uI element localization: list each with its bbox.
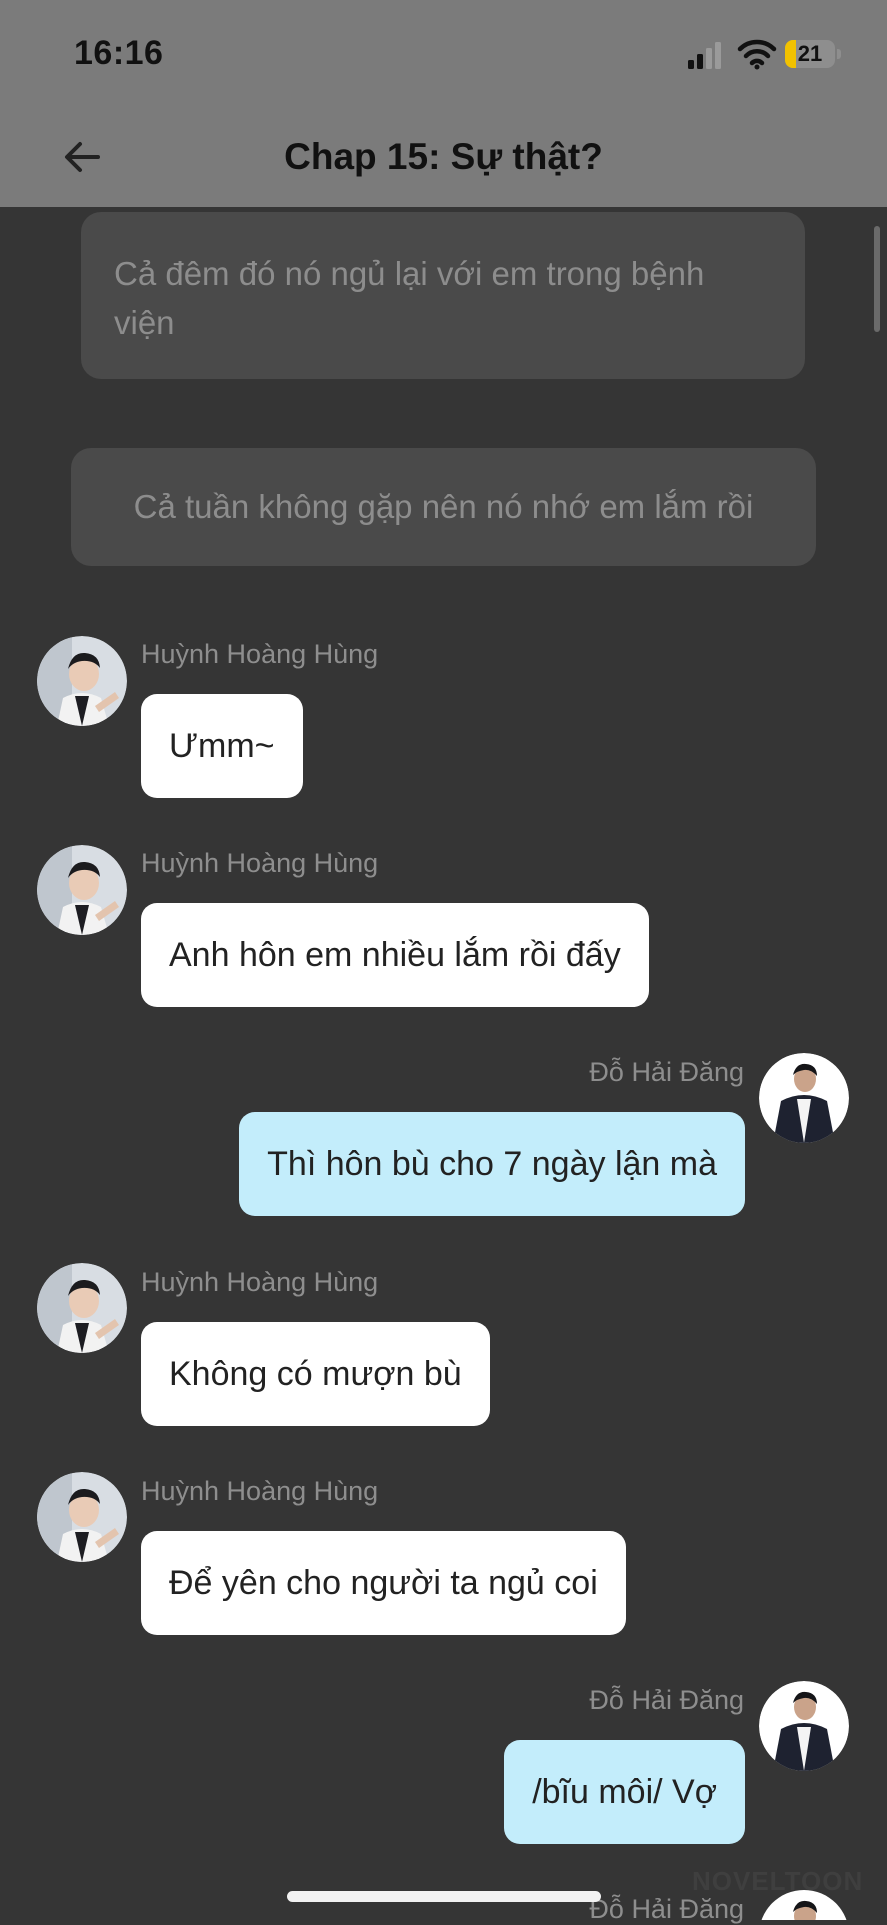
cellular-signal-icon bbox=[688, 42, 721, 69]
watermark-logo: NOVELTOON bbox=[692, 1866, 864, 1896]
page-title: Chap 15: Sự thật? bbox=[284, 136, 603, 177]
sender-name: Huỳnh Hoàng Hùng bbox=[141, 1476, 379, 1506]
scrollbar[interactable] bbox=[874, 226, 880, 332]
avatar-huynh-hoang-hung[interactable] bbox=[37, 636, 127, 726]
message-bubble[interactable]: /bĩu môi/ Vợ bbox=[504, 1740, 745, 1844]
narration-box: Cả tuần không gặp nên nó nhớ em lắm rồi bbox=[71, 448, 816, 566]
sender-name: Huỳnh Hoàng Hùng bbox=[141, 639, 379, 669]
message-bubble[interactable]: Anh hôn em nhiều lắm rồi đấy bbox=[141, 903, 649, 1007]
status-bar: 16:16 21 bbox=[0, 0, 887, 110]
avatar-huynh-hoang-hung[interactable] bbox=[37, 1263, 127, 1353]
wifi-icon bbox=[737, 39, 777, 70]
avatar-huynh-hoang-hung[interactable] bbox=[37, 1472, 127, 1562]
message-bubble[interactable]: Thì hôn bù cho 7 ngày lận mà bbox=[239, 1112, 745, 1216]
sender-name: Đỗ Hải Đăng bbox=[589, 1894, 744, 1924]
narration-box: Cả đêm đó nó ngủ lại với em trong bệnh v… bbox=[81, 212, 805, 379]
avatar-do-hai-dang[interactable] bbox=[759, 1681, 849, 1771]
avatar-do-hai-dang[interactable] bbox=[759, 1053, 849, 1143]
message-bubble[interactable]: Ưmm~ bbox=[141, 694, 303, 798]
status-time: 16:16 bbox=[74, 34, 164, 72]
battery-level: 21 bbox=[797, 41, 823, 66]
battery-icon: 21 bbox=[785, 40, 841, 70]
chapter-header: Chap 15: Sự thật? bbox=[0, 110, 887, 207]
sender-name: Huỳnh Hoàng Hùng bbox=[141, 1267, 379, 1297]
sender-name: Đỗ Hải Đăng bbox=[589, 1057, 744, 1087]
sender-name: Đỗ Hải Đăng bbox=[589, 1685, 744, 1715]
message-bubble[interactable]: Để yên cho người ta ngủ coi bbox=[141, 1531, 626, 1635]
sender-name: Huỳnh Hoàng Hùng bbox=[141, 848, 379, 878]
avatar-huynh-hoang-hung[interactable] bbox=[37, 845, 127, 935]
home-indicator[interactable] bbox=[287, 1891, 601, 1902]
message-bubble[interactable]: Không có mượn bù bbox=[141, 1322, 490, 1426]
